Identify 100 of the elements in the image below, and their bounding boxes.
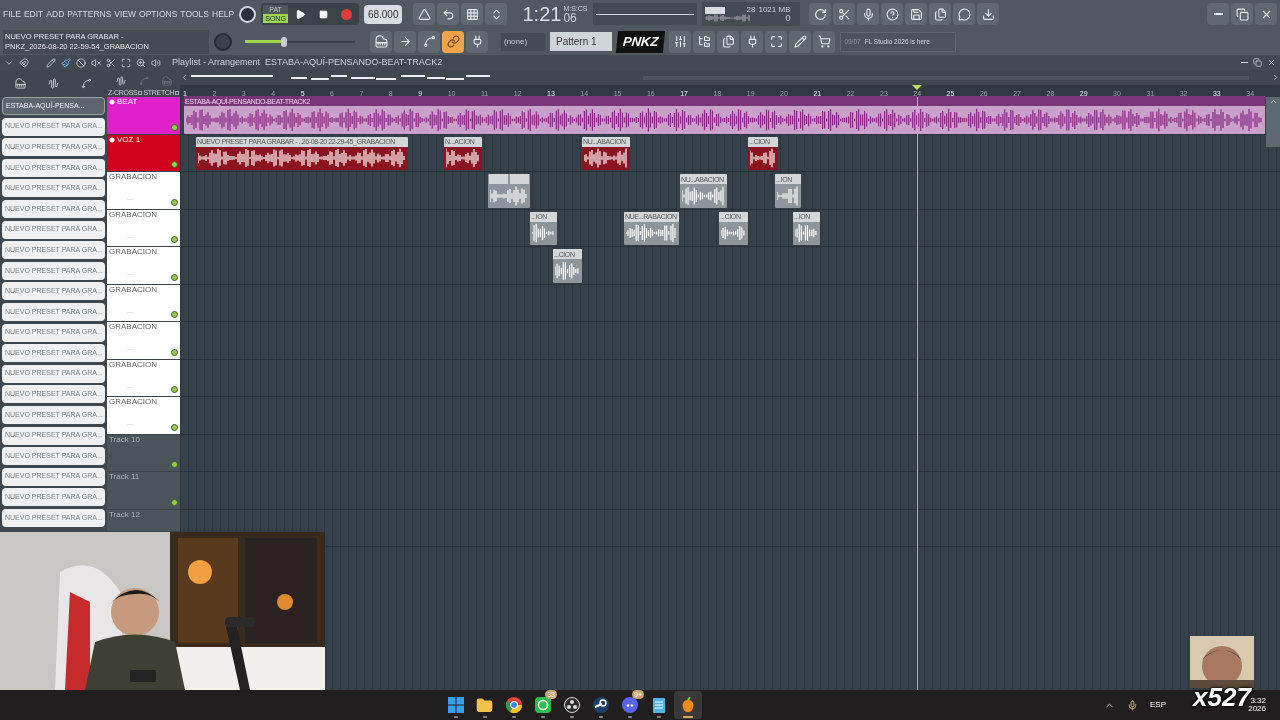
select-icon[interactable] xyxy=(121,57,131,68)
scroll-right-icon[interactable] xyxy=(1271,73,1280,82)
wave-icon[interactable] xyxy=(115,76,126,86)
waveform xyxy=(584,148,628,169)
menu-item[interactable]: FILE xyxy=(3,9,21,19)
menu-item[interactable]: HELP xyxy=(212,9,235,19)
channel-filter[interactable]: (none) xyxy=(501,32,545,51)
waveform xyxy=(490,185,528,206)
mute-toggle[interactable] xyxy=(171,236,178,243)
mixer-button[interactable] xyxy=(669,30,692,53)
waveform xyxy=(555,260,580,281)
volume-thumb[interactable] xyxy=(280,36,287,47)
menu-item[interactable]: ADD xyxy=(46,9,65,19)
piano-button[interactable] xyxy=(370,30,392,53)
zoom-icon[interactable] xyxy=(136,57,146,68)
discord-icon xyxy=(622,697,638,713)
restore-button[interactable] xyxy=(1231,3,1253,25)
mute-toggle[interactable] xyxy=(171,461,178,468)
save-button[interactable] xyxy=(905,3,928,25)
track-header[interactable]: VOZ 1 xyxy=(107,134,180,172)
track-name: VOZ 1 xyxy=(117,135,141,144)
mute-toggle[interactable] xyxy=(171,273,178,281)
plugin-button[interactable] xyxy=(741,30,764,53)
menu-item[interactable]: OPTIONS xyxy=(139,9,178,19)
menu-item[interactable]: PATTERNS xyxy=(67,9,112,19)
waveform xyxy=(682,185,725,206)
chat-button[interactable] xyxy=(953,3,976,25)
mute-icon[interactable] xyxy=(91,57,101,68)
delete-icon[interactable] xyxy=(76,57,86,68)
track-name: BEAT xyxy=(117,98,138,106)
pattern-selector[interactable]: Pattern 1 xyxy=(550,32,612,51)
tool-button[interactable] xyxy=(789,30,812,53)
play-icon xyxy=(295,8,307,20)
slice-icon[interactable] xyxy=(106,57,116,68)
minimize-icon xyxy=(1213,13,1223,15)
mic-icon[interactable] xyxy=(1127,699,1138,711)
download-icon xyxy=(981,7,995,21)
track-header[interactable]: Track 12 xyxy=(107,509,180,532)
track-name: GRABACION xyxy=(109,398,157,406)
help-button[interactable] xyxy=(881,3,904,25)
volume-slider[interactable] xyxy=(245,36,355,47)
mute-toggle[interactable] xyxy=(171,348,178,356)
mute-toggle[interactable] xyxy=(171,498,178,506)
arrangement-name[interactable]: ESTABA-AQUÍ-PENSANDO-BEAT-TRACK2 xyxy=(265,55,443,70)
mute-toggle[interactable] xyxy=(171,386,178,393)
mute-toggle[interactable] xyxy=(171,198,178,206)
waveform xyxy=(446,148,480,169)
curve-button[interactable] xyxy=(418,30,440,53)
mute-toggle[interactable] xyxy=(171,311,178,318)
waveform xyxy=(532,223,555,244)
track-header[interactable]: Track 11 xyxy=(107,472,180,510)
tempo-knob[interactable] xyxy=(239,5,257,23)
browser-icon xyxy=(506,697,522,713)
audio-icon[interactable] xyxy=(48,78,59,89)
minimize-button[interactable] xyxy=(1207,3,1229,25)
menu-item[interactable]: EDIT xyxy=(23,9,44,19)
track-name: Track 11 xyxy=(109,473,140,481)
cart-icon xyxy=(817,35,831,48)
magnet-icon[interactable] xyxy=(19,57,29,68)
menu-item[interactable]: TOOLS xyxy=(180,9,210,19)
cart-button[interactable] xyxy=(813,30,836,53)
track-name: GRABACION xyxy=(109,285,157,294)
mute-toggle[interactable] xyxy=(171,423,178,431)
clock-date[interactable]: 2026 xyxy=(1248,705,1266,713)
track-header[interactable]: BEAT xyxy=(107,97,180,135)
cpu-meter xyxy=(705,6,726,14)
arrow-button[interactable] xyxy=(394,30,416,53)
link-button[interactable] xyxy=(442,30,464,53)
files-button[interactable] xyxy=(717,30,740,53)
recorder-icon xyxy=(564,697,580,713)
taskbar-app[interactable] xyxy=(674,691,702,719)
clock-time[interactable]: 3:32 xyxy=(1250,697,1266,705)
cut-button[interactable] xyxy=(833,3,856,25)
close-icon[interactable] xyxy=(1267,58,1276,67)
mic-button[interactable] xyxy=(857,3,880,25)
automation-icon[interactable] xyxy=(81,78,92,89)
menu-item[interactable]: VIEW xyxy=(114,9,137,19)
track-header[interactable]: Track 10 xyxy=(107,434,180,472)
tempo-display[interactable]: 68.000 xyxy=(363,4,403,24)
mute-toggle[interactable] xyxy=(171,123,178,131)
audio-clip[interactable] xyxy=(488,174,530,208)
restore-icon[interactable] xyxy=(1253,58,1262,67)
piano-icon xyxy=(374,35,388,48)
steam-icon xyxy=(593,697,609,713)
waveform xyxy=(795,223,818,244)
vertical-scrollbar[interactable] xyxy=(1266,97,1280,147)
download-button[interactable] xyxy=(977,3,1000,25)
export-button[interactable] xyxy=(929,3,952,25)
language-indicator[interactable]: ESP xyxy=(1150,699,1166,711)
time-centiseconds: 06 xyxy=(563,12,577,24)
mute-toggle[interactable] xyxy=(171,161,178,168)
track-name: GRABACION xyxy=(109,210,157,219)
record-icon xyxy=(341,8,353,20)
close-button[interactable] xyxy=(1255,3,1277,25)
playback-icon[interactable] xyxy=(151,57,161,68)
notepad-icon xyxy=(652,697,666,713)
pencil-icon[interactable] xyxy=(46,57,56,68)
brush-icon[interactable] xyxy=(61,57,71,68)
scroll-left-icon[interactable] xyxy=(180,73,189,82)
browser-button[interactable] xyxy=(693,30,716,53)
